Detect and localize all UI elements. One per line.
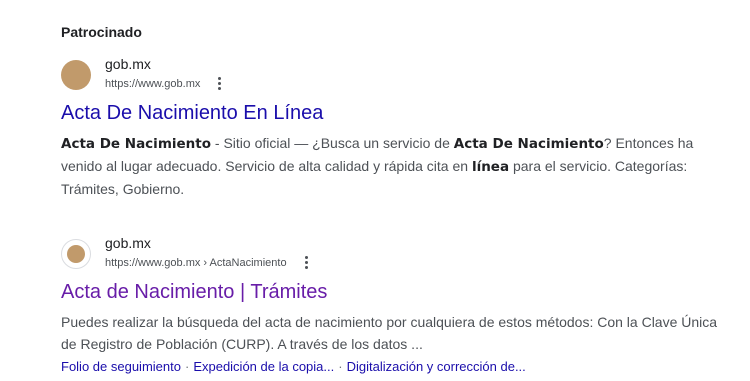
more-vert-icon[interactable] bbox=[300, 255, 312, 269]
site-url: https://www.gob.mx bbox=[105, 77, 225, 91]
more-vert-icon[interactable] bbox=[213, 76, 225, 90]
sitelink-digitalizacion[interactable]: Digitalización y corrección de... bbox=[347, 359, 526, 374]
sitelink-expedicion[interactable]: Expedición de la copia... bbox=[193, 359, 334, 374]
site-info[interactable]: gob.mx https://www.gob.mx › ActaNacimien… bbox=[61, 235, 721, 275]
snippet-bold: Acta De Nacimiento bbox=[61, 136, 212, 152]
snippet-text: - Sitio oficial — ¿Busca un servicio de bbox=[211, 135, 454, 151]
sitelink-separator: · bbox=[338, 359, 343, 374]
result-snippet: Acta De Nacimiento - Sitio oficial — ¿Bu… bbox=[61, 132, 721, 200]
site-url: https://www.gob.mx › ActaNacimiento bbox=[105, 256, 312, 270]
sitelink-separator: · bbox=[184, 359, 190, 374]
sitelink-folio[interactable]: Folio de seguimiento bbox=[61, 359, 181, 374]
organic-result: gob.mx https://www.gob.mx › ActaNacimien… bbox=[61, 235, 721, 377]
ad-result: gob.mx https://www.gob.mx Acta De Nacimi… bbox=[61, 56, 721, 200]
result-snippet: Puedes realizar la búsqueda del acta de … bbox=[61, 314, 718, 352]
snippet-bold: Acta De Nacimiento bbox=[453, 136, 604, 152]
site-url-text: https://www.gob.mx › ActaNacimiento bbox=[105, 256, 287, 269]
site-favicon-icon bbox=[61, 239, 91, 269]
site-name: gob.mx bbox=[105, 235, 151, 251]
snippet-bold: línea bbox=[471, 159, 510, 175]
sponsored-label: Patrocinado bbox=[61, 24, 142, 40]
sitelinks: Folio de seguimiento · Expedición de la co… bbox=[61, 357, 721, 377]
search-results-page: Patrocinado gob.mx https://www.gob.mx Ac… bbox=[0, 0, 750, 381]
result-title-link[interactable]: Acta De Nacimiento En Línea bbox=[61, 100, 721, 126]
result-title-link[interactable]: Acta de Nacimiento | Trámites bbox=[61, 279, 721, 305]
site-favicon-icon bbox=[61, 60, 91, 90]
site-info[interactable]: gob.mx https://www.gob.mx bbox=[61, 56, 721, 96]
site-url-text: https://www.gob.mx bbox=[105, 77, 201, 90]
site-name: gob.mx bbox=[105, 56, 151, 72]
